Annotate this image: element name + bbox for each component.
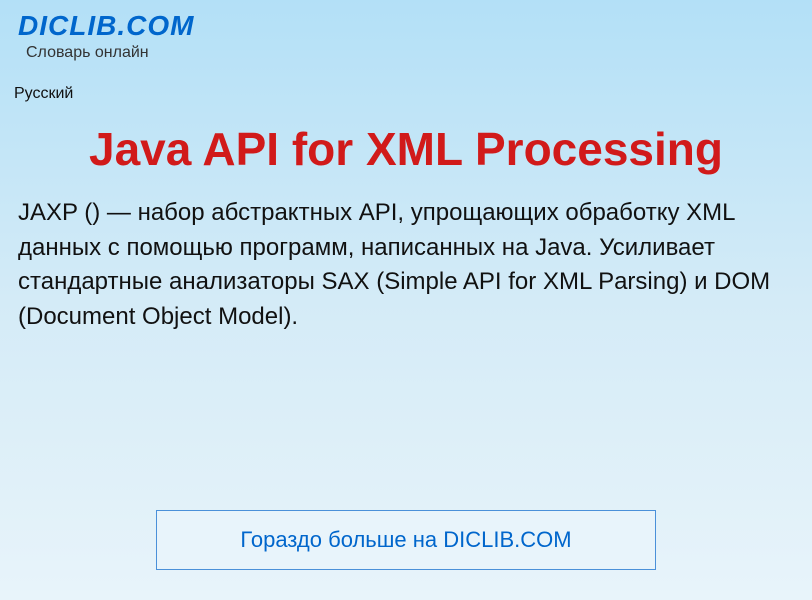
header: DICLIB.COM Словарь онлайн — [0, 0, 812, 67]
cta-label: Гораздо больше на DICLIB.COM — [240, 527, 571, 552]
language-selector[interactable]: Русский — [14, 85, 812, 103]
site-title[interactable]: DICLIB.COM — [18, 10, 794, 42]
site-subtitle: Словарь онлайн — [26, 44, 794, 62]
cta-box[interactable]: Гораздо больше на DICLIB.COM — [156, 510, 656, 570]
article-body: JAXP () — набор абстрактных API, упрощаю… — [18, 196, 794, 335]
page-title: Java API for XML Processing — [40, 123, 772, 176]
